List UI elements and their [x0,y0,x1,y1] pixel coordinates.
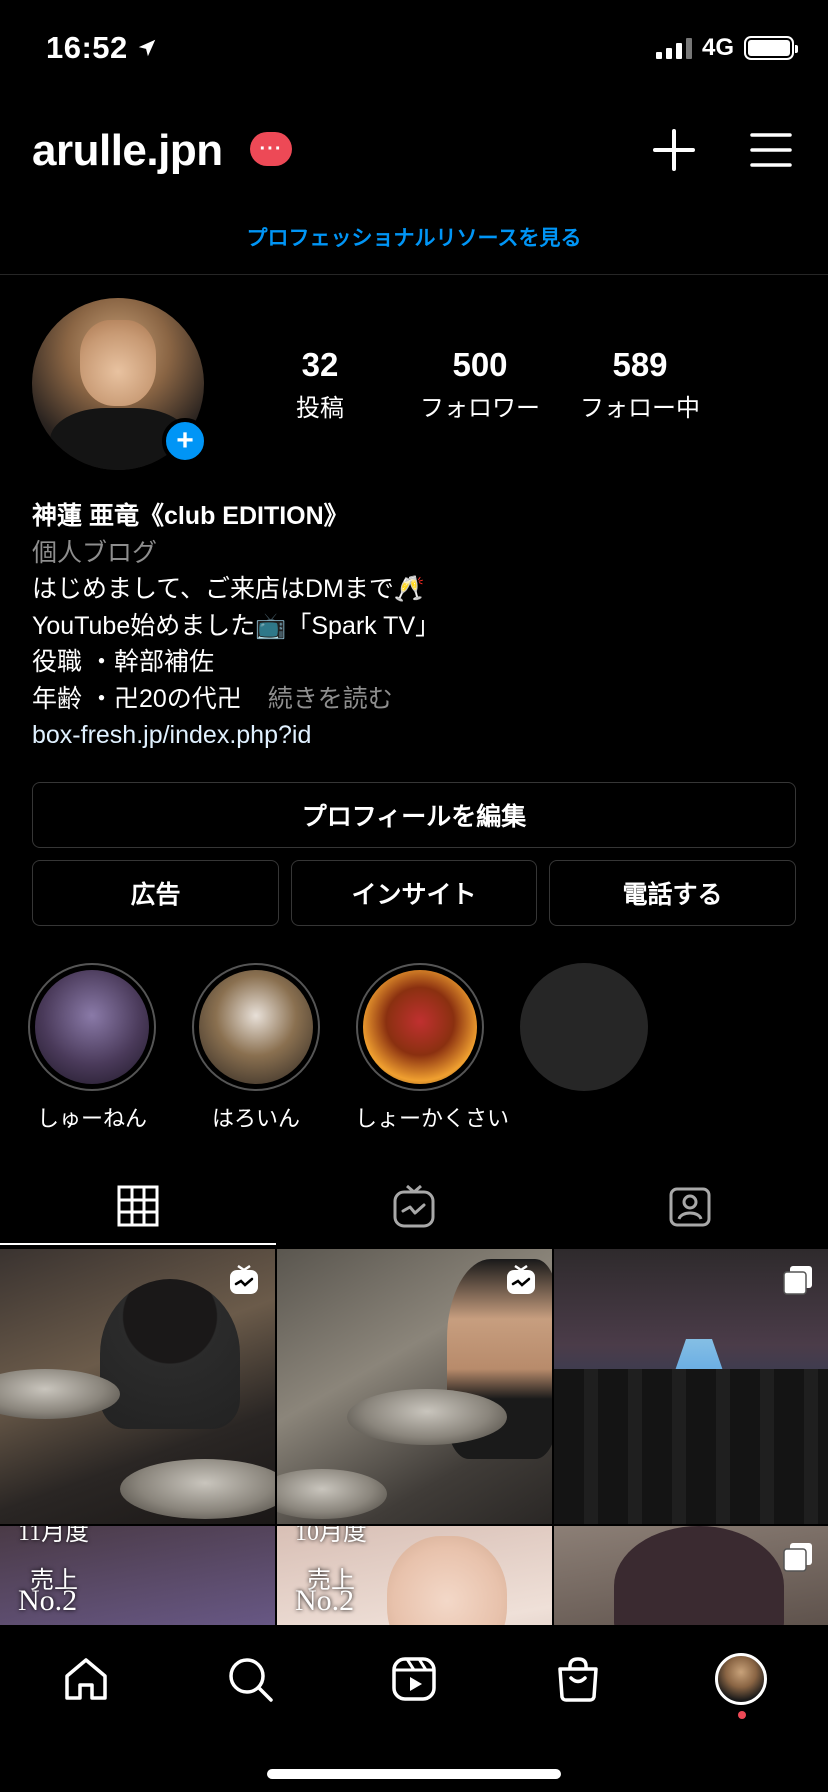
highlight-cover [199,970,313,1084]
bio-line: YouTube始めました📺「Spark TV」 [32,611,441,640]
bio-line-with-more: 年齢 ・卍20の代卍 続きを読む [32,681,802,718]
stat-label: フォロー中 [580,395,700,422]
location-arrow-icon [138,39,156,57]
bottom-navigation [0,1625,828,1792]
notification-badge[interactable]: ··· [250,132,292,166]
carousel-icon [783,1266,812,1295]
shopping-bag-icon [558,1657,598,1702]
reels-icon [392,1657,436,1701]
tab-tagged[interactable] [552,1166,828,1246]
nav-reels[interactable] [386,1651,442,1707]
highlight-ring [192,963,320,1091]
website-link[interactable]: box-fresh.jp/index.php?id [32,717,802,754]
profile-tabs [0,1166,828,1246]
battery-icon [744,36,798,60]
post-thumbnail[interactable] [554,1249,828,1524]
profile-header: arulle.jpn ··· [0,108,828,188]
bio-line: 役職 ・幹部補佐 [32,648,214,676]
profile-avatar-icon [715,1653,767,1705]
ads-button[interactable]: 広告 [32,860,279,926]
bio-line: はじめまして、ご来店はDMまで🥂 [32,575,426,603]
edit-profile-button[interactable]: プロフィールを編集 [32,782,796,848]
post-thumbnail[interactable]: 10月度 売上 No.2 [277,1526,552,1625]
professional-resources-link[interactable]: プロフェッショナルリソースを見る [0,222,828,252]
profile-stats: 32 投稿 500 フォロワー 589 フォロー中 [240,346,720,423]
new-post-icon[interactable] [652,128,696,172]
post-overlay-text: No.2 [18,1584,78,1617]
story-highlight[interactable]: しょーかくさい [355,963,510,1133]
search-icon [229,1658,273,1702]
stat-label: フォロワー [420,395,540,422]
stat-value: 32 [301,346,339,383]
add-story-icon[interactable]: + [162,418,208,464]
nav-search[interactable] [222,1651,278,1707]
divider [0,274,828,275]
menu-icon[interactable] [750,130,792,170]
display-name: 神蓮 亜竜《club EDITION》 [32,502,349,530]
username-switcher[interactable]: arulle.jpn [32,126,223,176]
profile-bio: 神蓮 亜竜《club EDITION》 個人ブログ はじめまして、ご来店はDMま… [32,498,802,754]
post-thumbnail[interactable] [277,1249,552,1524]
post-overlay-text: No.2 [295,1584,355,1617]
status-time: 16:52 [46,30,158,66]
tab-posts-grid[interactable] [0,1166,276,1246]
highlight-label: はろいん [211,1106,300,1131]
signal-icon [655,37,692,59]
status-indicators: 4G [655,34,798,62]
tagged-user-icon [669,1187,711,1227]
notification-dot [738,1711,746,1719]
stat-label: 投稿 [296,395,344,422]
highlight-label: しゅーねん [36,1106,147,1131]
carousel-icon [783,1543,812,1572]
highlight-cover [35,970,149,1084]
nav-home[interactable] [58,1651,114,1707]
new-highlight-placeholder[interactable] [520,963,648,1091]
igtv-icon [230,1265,258,1294]
igtv-icon [393,1184,435,1228]
home-indicator[interactable] [267,1769,561,1779]
stat-following[interactable]: 589 フォロー中 [560,346,720,423]
nav-profile[interactable] [713,1651,769,1707]
category-label: 個人ブログ [32,538,158,567]
active-tab-indicator [0,1243,276,1245]
post-thumbnail[interactable]: 11月度 売上 No.2 [0,1526,275,1625]
status-bar: 16:52 4G [0,0,828,100]
highlight-ring [28,963,156,1091]
stat-followers[interactable]: 500 フォロワー [400,346,560,423]
call-button[interactable]: 電話する [549,860,796,926]
posts-grid: 11月度 売上 No.2 10月度 売上 No.2 [0,1249,828,1625]
nav-shop[interactable] [550,1651,606,1707]
post-thumbnail[interactable] [0,1249,275,1524]
story-highlight[interactable]: しゅーねん [27,963,157,1133]
insights-button[interactable]: インサイト [291,860,537,926]
post-overlay-text: 10月度 [295,1526,367,1546]
stat-value: 500 [452,346,508,383]
highlight-cover [363,970,477,1084]
post-overlay-text: 11月度 [18,1526,90,1546]
highlight-ring [356,963,484,1091]
tab-igtv[interactable] [276,1166,552,1246]
read-more-link[interactable]: 続きを読む [268,685,393,713]
grid-icon [117,1185,159,1227]
home-icon [65,1658,107,1700]
highlight-label: しょーかくさい [355,1106,510,1131]
post-thumbnail[interactable] [554,1526,828,1625]
stat-posts[interactable]: 32 投稿 [240,346,400,423]
igtv-icon [507,1265,535,1294]
bio-line: 年齢 ・卍20の代卍 [32,684,242,713]
stat-value: 589 [612,346,668,383]
story-highlight[interactable]: はろいん [191,963,321,1133]
network-type: 4G [701,34,734,61]
